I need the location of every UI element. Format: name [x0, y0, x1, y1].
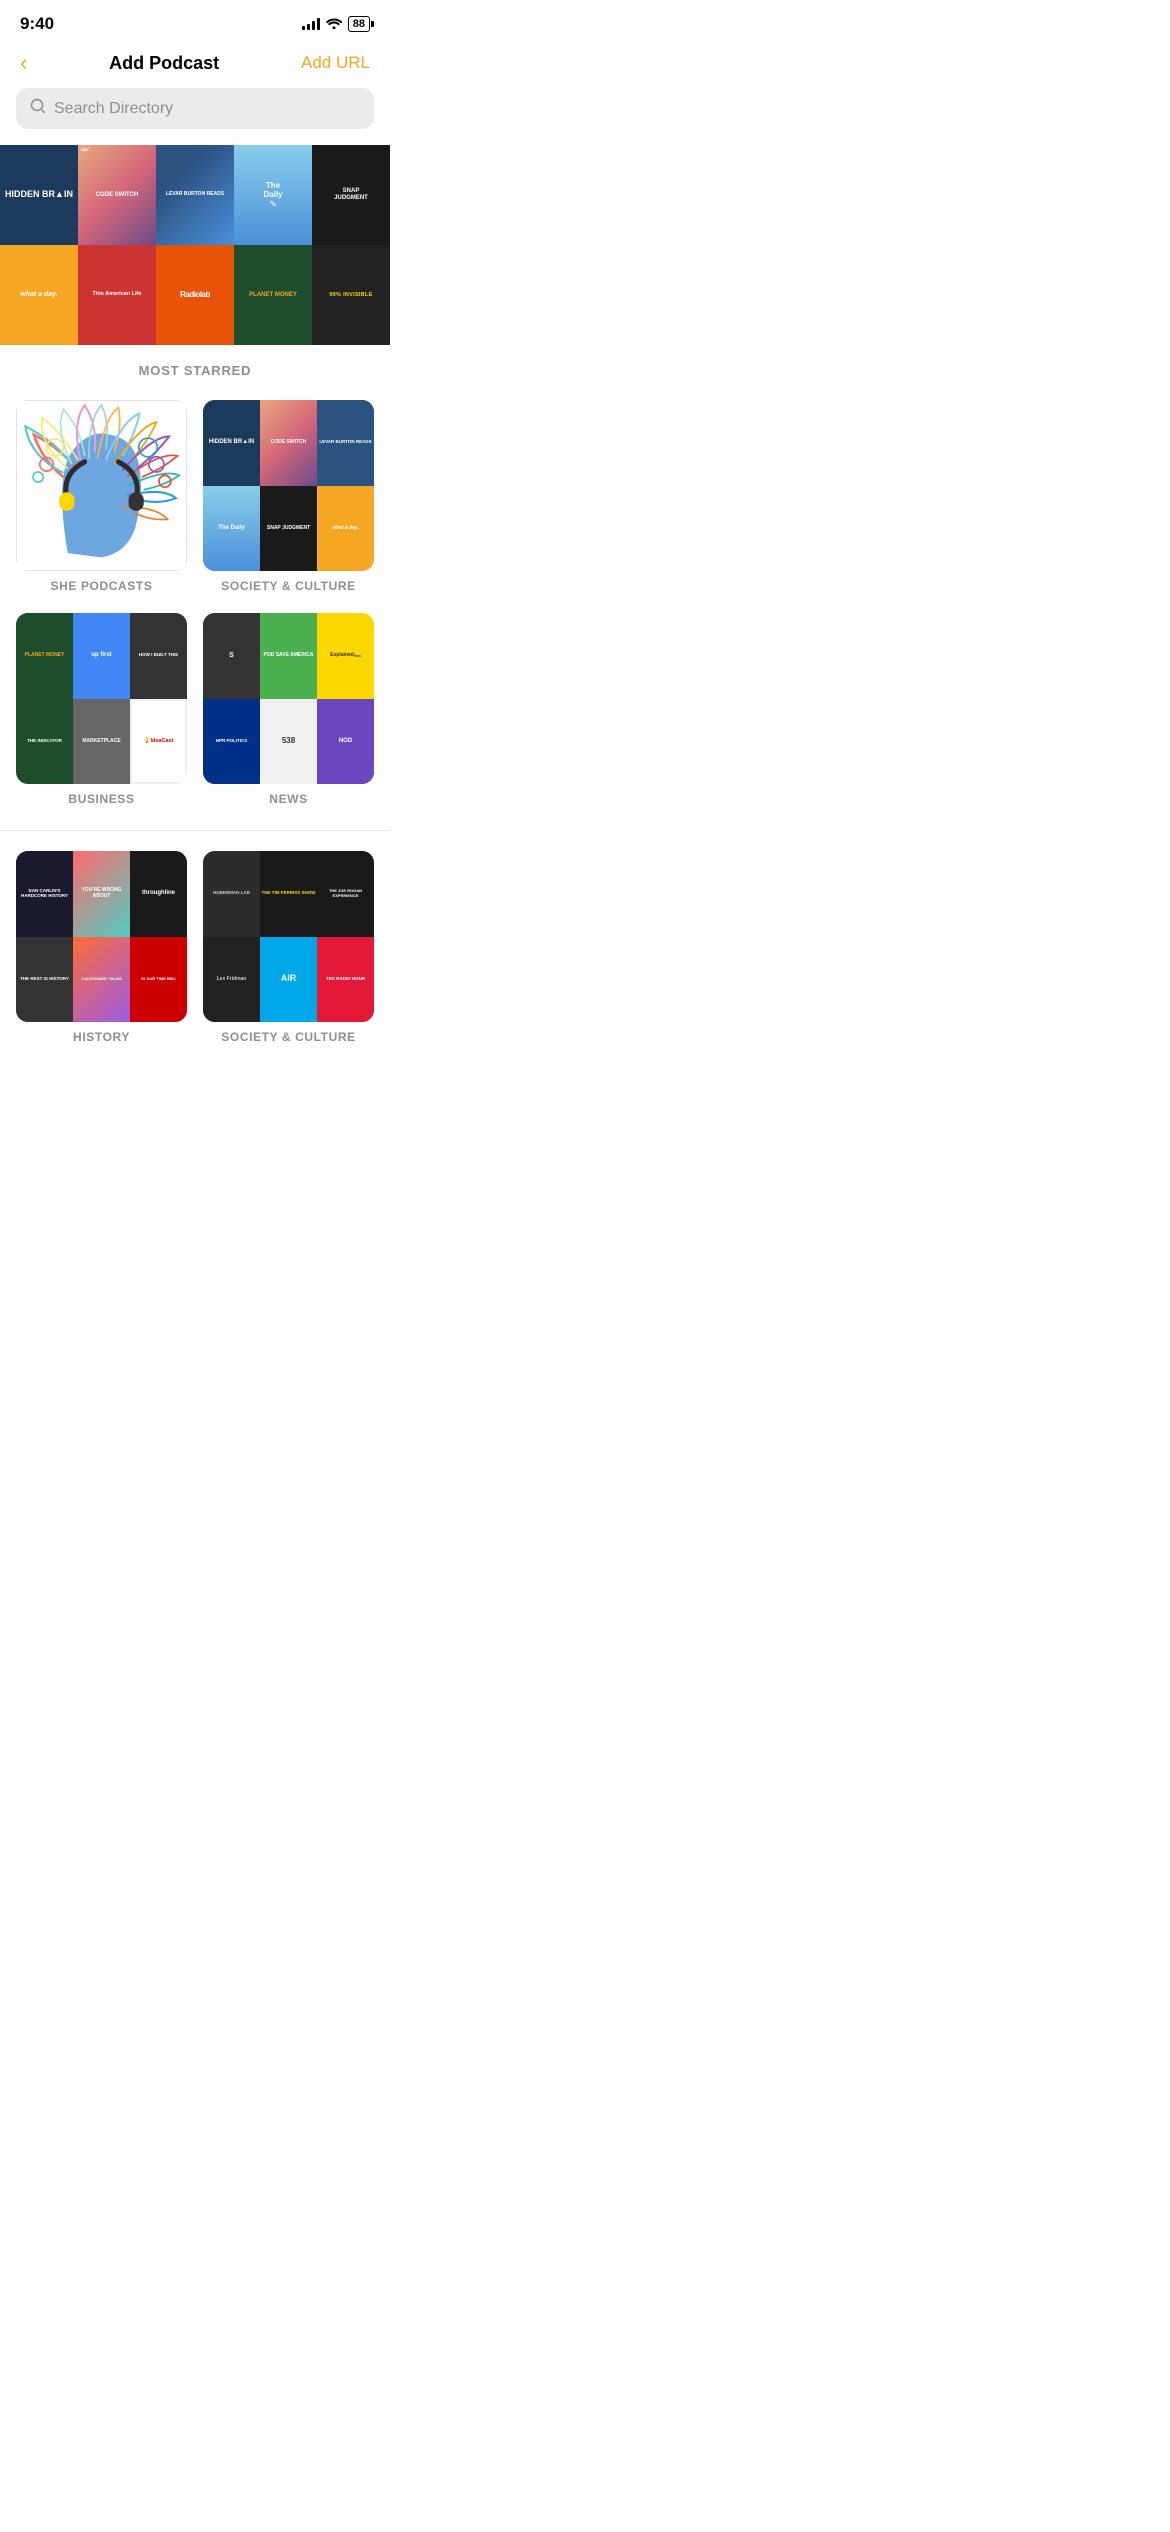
- featured-snap-judgment[interactable]: SNAP JUDGMENT: [312, 145, 390, 245]
- news-thumb: S POD SAVE AMERICA ExplainedVox NPR POLI…: [203, 613, 374, 784]
- featured-planet-money[interactable]: PLANET MONEY: [234, 245, 312, 345]
- business-label: BUSINESS: [16, 792, 187, 810]
- category-news[interactable]: S POD SAVE AMERICA ExplainedVox NPR POLI…: [203, 613, 374, 810]
- back-button[interactable]: ‹: [20, 50, 27, 76]
- categories-grid: SHE PODCASTS HIDDEN BR▲IN CODE SWITCH LE…: [0, 400, 390, 810]
- featured-99-invisible[interactable]: 99% INVISIBLE: [312, 245, 390, 345]
- history-label: HISTORY: [16, 1030, 187, 1048]
- most-starred-label: MOST STARRED: [0, 345, 390, 400]
- category-society-culture[interactable]: HIDDEN BR▲IN CODE SWITCH LEVAR BURTON RE…: [203, 400, 374, 597]
- featured-the-daily[interactable]: The Daily 🗞: [234, 145, 312, 245]
- search-icon: [30, 98, 46, 119]
- business-thumb: PLANET MONEY up first HOW I BUILT THIS T…: [16, 613, 187, 784]
- featured-levar-burton[interactable]: LEVAR BURTON READS: [156, 145, 234, 245]
- search-bar[interactable]: Search Directory: [16, 88, 374, 129]
- featured-radiolab[interactable]: Radiolab: [156, 245, 234, 345]
- add-url-button[interactable]: Add URL: [301, 53, 370, 73]
- featured-code-switch[interactable]: npr CODE SWITCH: [78, 145, 156, 245]
- category-she-podcasts[interactable]: SHE PODCASTS: [16, 400, 187, 597]
- search-input[interactable]: Search Directory: [54, 100, 173, 118]
- bottom-categories: DAN CARLIN'S HARDCORE HISTORY YOU'RE WRO…: [0, 851, 390, 1068]
- society-culture-thumb: HIDDEN BR▲IN CODE SWITCH LEVAR BURTON RE…: [203, 400, 374, 571]
- battery-icon: 88: [348, 16, 370, 32]
- category-society2[interactable]: HUBERMAN LAB THE TIM FERRISS SHOW THE JO…: [203, 851, 374, 1048]
- featured-this-american-life[interactable]: This American Life: [78, 245, 156, 345]
- featured-what-a-day[interactable]: what a day.: [0, 245, 78, 345]
- nav-bar: ‹ Add Podcast Add URL: [0, 42, 390, 88]
- status-time: 9:40: [20, 14, 54, 34]
- society2-thumb: HUBERMAN LAB THE TIM FERRISS SHOW THE JO…: [203, 851, 374, 1022]
- search-container: Search Directory: [0, 88, 390, 145]
- news-label: NEWS: [203, 792, 374, 810]
- status-icons: 88: [302, 16, 370, 32]
- category-history[interactable]: DAN CARLIN'S HARDCORE HISTORY YOU'RE WRO…: [16, 851, 187, 1048]
- featured-grid: HIDDEN BR▲IN npr CODE SWITCH LEVAR BURTO…: [0, 145, 390, 345]
- signal-icon: [302, 18, 320, 30]
- page-title: Add Podcast: [109, 53, 219, 74]
- status-bar: 9:40 88: [0, 0, 390, 42]
- she-podcasts-thumb: [16, 400, 187, 571]
- wifi-icon: [326, 17, 342, 32]
- society-culture-label: SOCIETY & CULTURE: [203, 579, 374, 597]
- featured-hidden-brain[interactable]: HIDDEN BR▲IN: [0, 145, 78, 245]
- category-business[interactable]: PLANET MONEY up first HOW I BUILT THIS T…: [16, 613, 187, 810]
- society2-label: SOCIETY & CULTURE: [203, 1030, 374, 1048]
- she-podcasts-label: SHE PODCASTS: [16, 579, 187, 597]
- history-thumb: DAN CARLIN'S HARDCORE HISTORY YOU'RE WRO…: [16, 851, 187, 1022]
